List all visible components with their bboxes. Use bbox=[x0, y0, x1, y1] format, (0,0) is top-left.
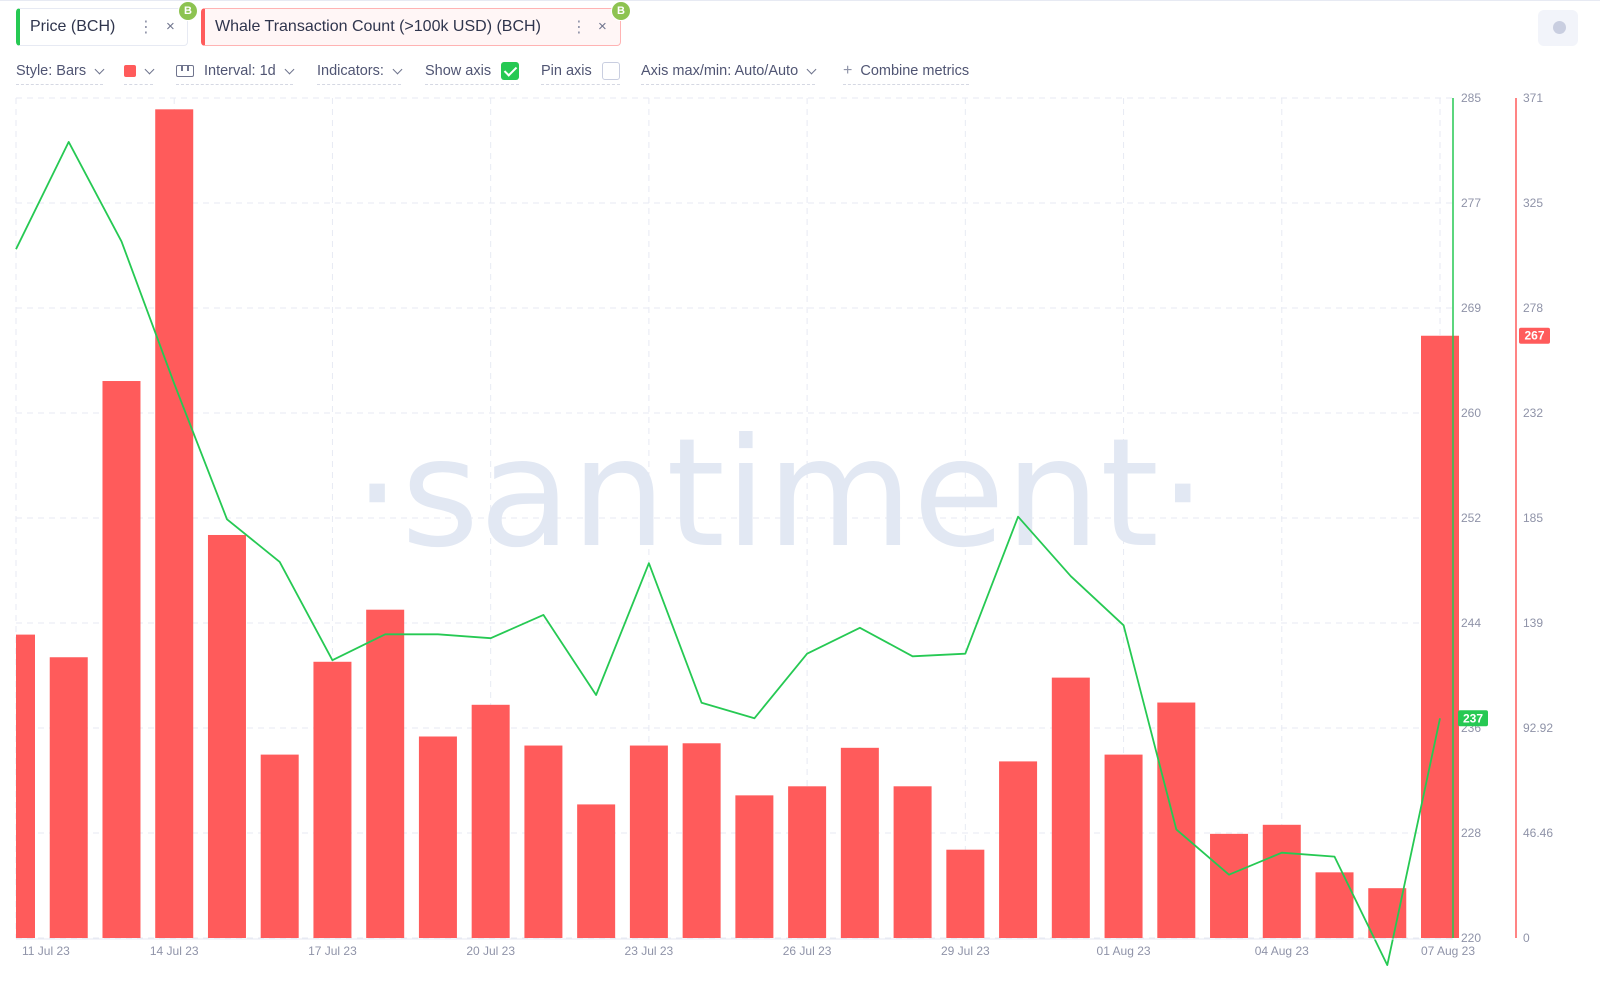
price-last-value-text: 237 bbox=[1463, 711, 1483, 725]
x-axis-tick-label: 17 Jul 23 bbox=[308, 944, 357, 958]
whale-count-bar bbox=[1104, 754, 1143, 938]
whale-count-bar bbox=[1157, 702, 1196, 938]
whale-axis-tick-label: 325 bbox=[1523, 196, 1543, 210]
price-axis-tick-label: 220 bbox=[1461, 931, 1481, 945]
x-axis-tick-label: 26 Jul 23 bbox=[783, 944, 832, 958]
whale-count-bar bbox=[1210, 833, 1249, 938]
x-axis-tick-label: 14 Jul 23 bbox=[150, 944, 199, 958]
price-axis-tick-label: 244 bbox=[1461, 616, 1481, 630]
whale-count-bar bbox=[102, 381, 141, 938]
whale-count-bar bbox=[682, 743, 721, 938]
x-axis-tick-label: 20 Jul 23 bbox=[466, 944, 515, 958]
price-axis-tick-label: 252 bbox=[1461, 511, 1481, 525]
x-axis-tick-label: 11 Jul 23 bbox=[22, 944, 70, 958]
whale-count-bar bbox=[788, 786, 827, 938]
whale-count-bar bbox=[207, 534, 246, 938]
whale-axis-tick-label: 139 bbox=[1523, 616, 1543, 630]
whale-count-bar bbox=[577, 804, 616, 938]
whale-count-bar bbox=[1051, 677, 1090, 938]
whale-count-bar bbox=[1262, 824, 1301, 938]
whale-count-bar bbox=[313, 661, 352, 938]
whale-count-bar bbox=[49, 657, 88, 938]
whale-last-value-text: 267 bbox=[1524, 329, 1544, 343]
whale-count-bar bbox=[471, 704, 510, 938]
whale-count-bar bbox=[629, 745, 668, 938]
whale-count-bar bbox=[946, 849, 985, 938]
whale-count-bar bbox=[893, 786, 932, 938]
whale-count-bar bbox=[16, 634, 35, 938]
x-axis-tick-label: 07 Aug 23 bbox=[1421, 944, 1475, 958]
x-axis-tick-label: 04 Aug 23 bbox=[1255, 944, 1309, 958]
whale-count-bar bbox=[999, 761, 1038, 938]
whale-axis-tick-label: 46.46 bbox=[1523, 826, 1553, 840]
whale-count-bar bbox=[524, 745, 563, 938]
whale-count-bar bbox=[735, 795, 774, 938]
price-axis-tick-label: 260 bbox=[1461, 406, 1481, 420]
whale-axis-tick-label: 92.92 bbox=[1523, 721, 1553, 735]
whale-count-bar bbox=[260, 754, 299, 938]
price-axis-tick-label: 285 bbox=[1461, 91, 1481, 105]
whale-count-bar bbox=[418, 736, 457, 938]
whale-count-bar bbox=[1368, 888, 1407, 938]
whale-axis-tick-label: 232 bbox=[1523, 406, 1543, 420]
x-axis-tick-label: 23 Jul 23 bbox=[625, 944, 674, 958]
price-axis-tick-label: 228 bbox=[1461, 826, 1481, 840]
chart-canvas[interactable]: ·santiment· 2852772692602522442362282203… bbox=[0, 0, 1600, 990]
whale-axis-tick-label: 371 bbox=[1523, 91, 1543, 105]
santiment-watermark: ·santiment· bbox=[353, 407, 1206, 581]
whale-count-bar bbox=[840, 747, 879, 938]
x-axis-tick-label: 29 Jul 23 bbox=[941, 944, 990, 958]
price-axis-tick-label: 277 bbox=[1461, 196, 1481, 210]
price-axis-tick-label: 269 bbox=[1461, 301, 1481, 315]
whale-axis-tick-label: 278 bbox=[1523, 301, 1543, 315]
x-axis-tick-label: 01 Aug 23 bbox=[1097, 944, 1151, 958]
whale-count-bar bbox=[155, 109, 194, 939]
whale-axis-tick-label: 185 bbox=[1523, 511, 1543, 525]
whale-axis-tick-label: 0 bbox=[1523, 931, 1530, 945]
whale-count-bar bbox=[366, 609, 405, 938]
